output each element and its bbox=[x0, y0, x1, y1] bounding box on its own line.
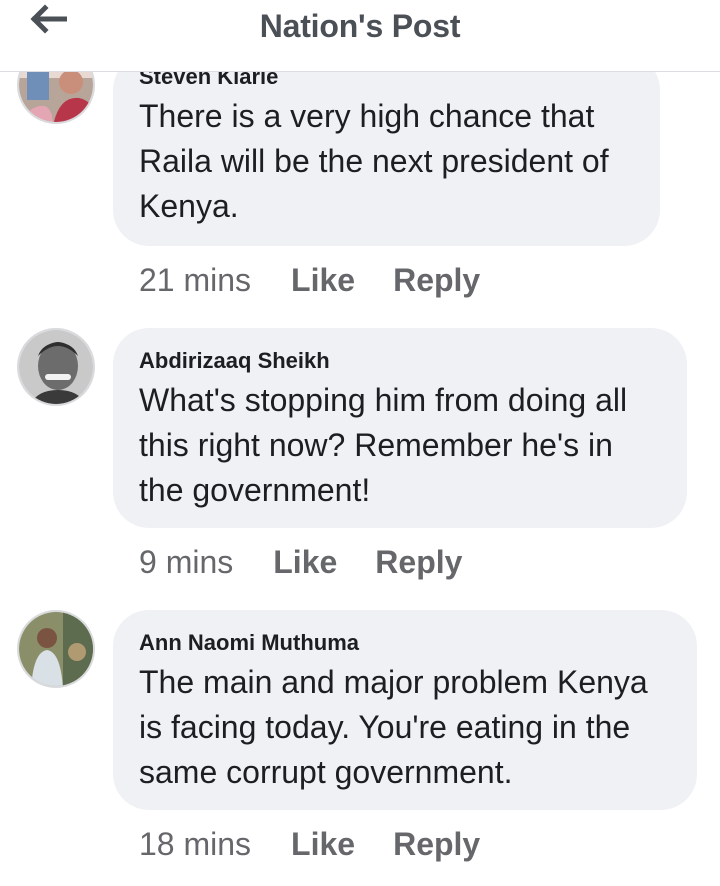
comment-time[interactable]: 21 mins bbox=[139, 262, 251, 299]
app-header: Nation's Post bbox=[0, 0, 720, 72]
reply-button[interactable]: Reply bbox=[393, 826, 480, 863]
comment-actions: 21 mins Like Reply bbox=[139, 262, 518, 299]
page-title: Nation's Post bbox=[259, 8, 461, 44]
comment-time[interactable]: 9 mins bbox=[139, 544, 233, 581]
reply-button[interactable]: Reply bbox=[375, 544, 462, 581]
comment-actions: 18 mins Like Reply bbox=[139, 826, 518, 863]
reply-button[interactable]: Reply bbox=[393, 262, 480, 299]
like-button[interactable]: Like bbox=[273, 544, 337, 581]
comment-time[interactable]: 18 mins bbox=[139, 826, 251, 863]
comment-text: The main and major problem Kenya is faci… bbox=[139, 664, 648, 790]
comment-author[interactable]: Ann Naomi Muthuma bbox=[139, 630, 673, 656]
comment-text: What's stopping him from doing all this … bbox=[139, 382, 628, 508]
comment-text: There is a very high chance that Raila w… bbox=[139, 98, 609, 224]
comment-bubble: Ann Naomi Muthuma The main and major pro… bbox=[113, 610, 697, 810]
avatar[interactable] bbox=[17, 328, 95, 406]
like-button[interactable]: Like bbox=[291, 826, 355, 863]
avatar[interactable] bbox=[17, 610, 95, 688]
comments-page: Steven Kiarie There is a very high chanc… bbox=[0, 0, 720, 886]
comment-author[interactable]: Abdirizaaq Sheikh bbox=[139, 348, 663, 374]
comment-actions: 9 mins Like Reply bbox=[139, 544, 500, 581]
comment-bubble: Abdirizaaq Sheikh What's stopping him fr… bbox=[113, 328, 687, 528]
like-button[interactable]: Like bbox=[291, 262, 355, 299]
comment-bubble: Steven Kiarie There is a very high chanc… bbox=[113, 54, 660, 246]
